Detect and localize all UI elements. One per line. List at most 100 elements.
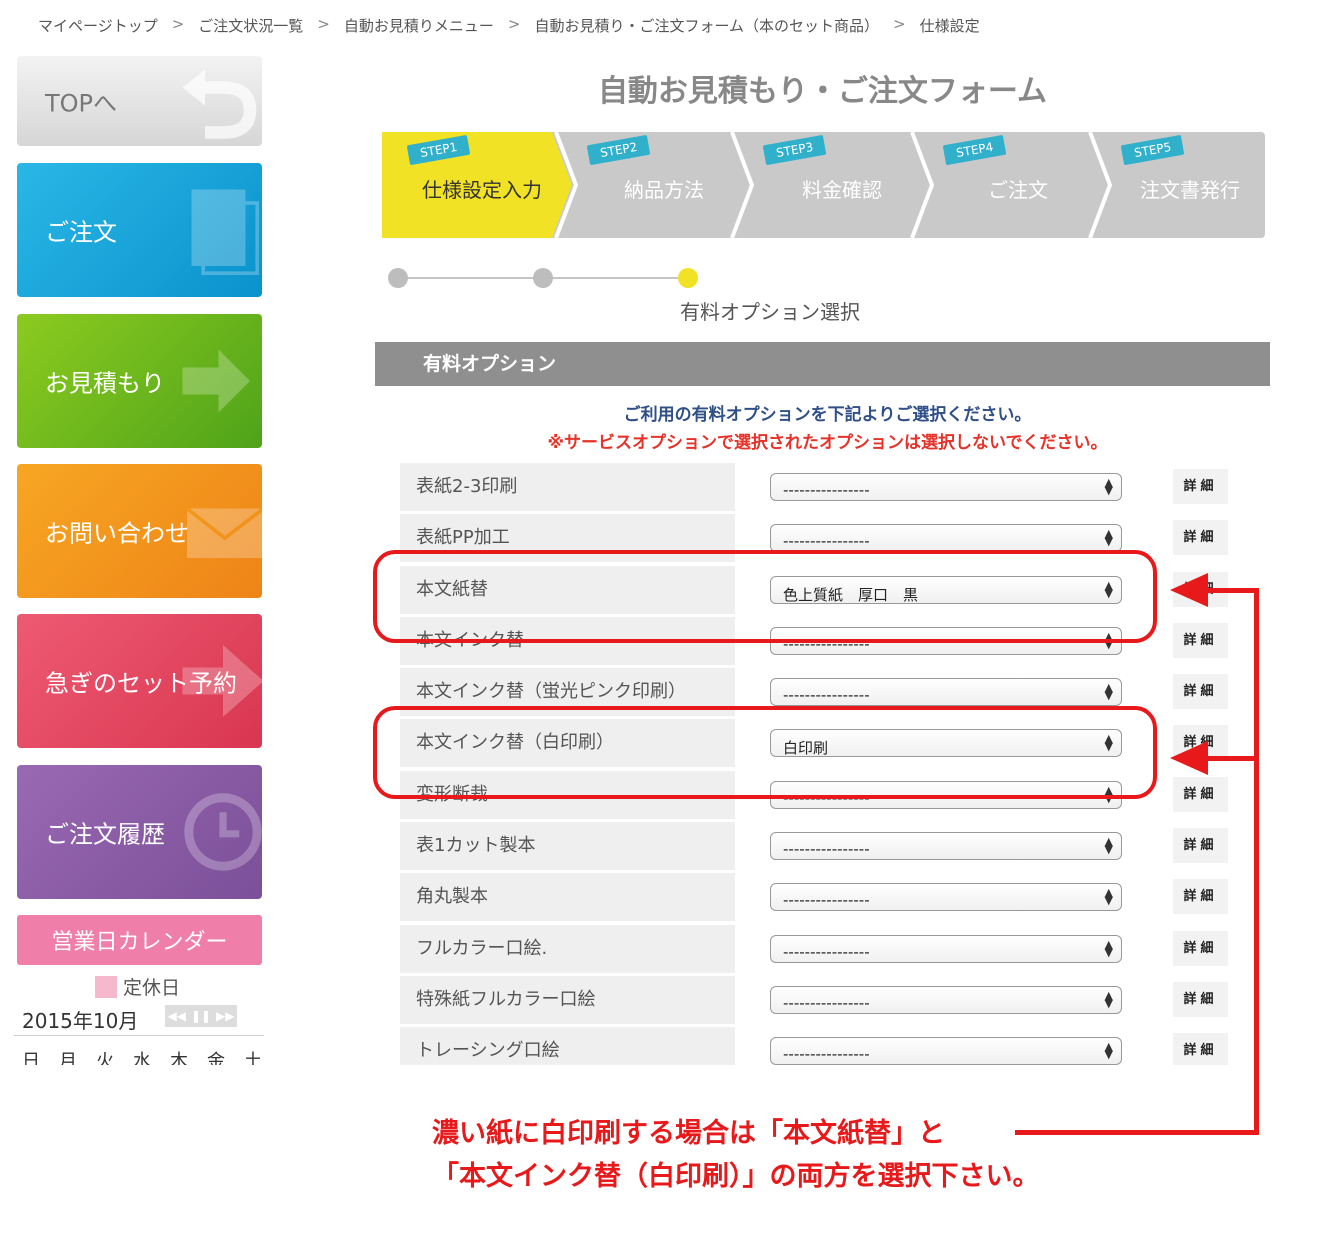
option-select-value: ---------------- <box>783 532 870 551</box>
holiday-legend-label: 定休日 <box>123 977 181 999</box>
step-5: STEP5 注文書発行 <box>1106 132 1265 238</box>
step-tag: STEP5 <box>1120 134 1185 166</box>
progress-label: 有料オプション選択 <box>680 300 860 324</box>
detail-button[interactable]: 詳細 <box>1173 776 1228 812</box>
progress-dot <box>388 268 408 288</box>
weekday-label: 火 <box>96 1051 114 1065</box>
highlight-white-ink <box>373 706 1157 799</box>
breadcrumb-order-status[interactable]: ご注文状況一覧 <box>198 15 303 36</box>
detail-button[interactable]: 詳細 <box>1173 930 1228 966</box>
annotation-line-1: 濃い紙に白印刷する場合は「本文紙替」と <box>432 1118 945 1149</box>
weekday-label: 水 <box>133 1051 151 1065</box>
sidebar-order-button[interactable]: ご注文 <box>17 163 262 297</box>
holiday-swatch <box>95 975 117 998</box>
option-label: 表1カット製本 <box>400 822 735 871</box>
arrow-left-icon <box>1170 741 1208 775</box>
option-label: フルカラー口絵. <box>400 924 735 973</box>
yen-arrow-icon <box>182 349 250 413</box>
option-select[interactable]: ---------------- ▲ ▼ <box>770 832 1122 861</box>
option-label: 特殊紙フルカラー口絵 <box>400 975 735 1024</box>
annotation-line-2: 「本文インク替（白印刷）」の両方を選択下さい。 <box>432 1161 1040 1192</box>
option-select[interactable]: ---------------- ▲ ▼ <box>770 985 1122 1014</box>
sidebar-order-label: ご注文 <box>45 218 117 247</box>
option-row: トレーシング口絵 ---------------- ▲ ▼ 詳細 <box>400 1027 1240 1065</box>
step-name: 注文書発行 <box>1140 178 1240 202</box>
calendar-divider <box>14 1035 264 1036</box>
weekday-label: 金 <box>207 1051 225 1065</box>
detail-button[interactable]: 詳細 <box>1173 622 1228 658</box>
step-3: STEP3 料金確認 <box>748 132 928 238</box>
form-title: 自動お見積もり・ご注文フォーム <box>597 74 1048 109</box>
option-select[interactable]: ---------------- ▲ ▼ <box>770 883 1122 912</box>
select-arrows-icon: ▲ ▼ <box>1104 886 1113 908</box>
breadcrumb-order-form[interactable]: 自動お見積り・ご注文フォーム（本のセット商品） <box>534 15 879 36</box>
option-row: 表紙2-3印刷 ---------------- ▲ ▼ 詳細 <box>400 463 1240 514</box>
sidebar-history-button[interactable]: ご注文履歴 <box>17 765 262 899</box>
history-clock-icon <box>184 793 262 871</box>
option-select-value: ---------------- <box>783 481 870 499</box>
arrow-left-icon <box>1170 573 1208 607</box>
select-arrows-icon: ▲ ▼ <box>1104 988 1113 1010</box>
select-arrows-icon: ▲ ▼ <box>1104 527 1113 549</box>
option-row: 特殊紙フルカラー口絵 ---------------- ▲ ▼ 詳細 <box>400 975 1240 1027</box>
sidebar-quote-button[interactable]: お見積もり <box>17 314 262 448</box>
section-header: 有料オプション <box>375 342 1270 386</box>
weekday-label: 木 <box>170 1051 188 1065</box>
option-select[interactable]: ---------------- ▲ ▼ <box>770 524 1122 553</box>
breadcrumb-separator: > <box>317 15 330 33</box>
option-row: フルカラー口絵. ---------------- ▲ ▼ 詳細 <box>400 924 1240 976</box>
detail-button[interactable]: 詳細 <box>1173 981 1228 1017</box>
option-select[interactable]: ---------------- ▲ ▼ <box>770 678 1122 707</box>
breadcrumb-separator: > <box>171 15 185 33</box>
annotation-connector <box>1205 588 1259 593</box>
sub-step-progress <box>388 266 708 290</box>
option-label: 角丸製本 <box>400 873 735 922</box>
annotation-vertical-line <box>1254 588 1259 1135</box>
sidebar-top-label: TOPへ <box>45 89 118 118</box>
breadcrumb-quote-menu[interactable]: 自動お見積りメニュー <box>344 15 494 36</box>
option-label: トレーシング口絵 <box>400 1027 735 1065</box>
option-select-value: ---------------- <box>783 686 870 705</box>
option-row: 表1カット製本 ---------------- ▲ ▼ 詳細 <box>400 822 1240 873</box>
option-label: 表紙2-3印刷 <box>400 463 735 511</box>
weekday-label: 土 <box>244 1051 262 1065</box>
detail-button[interactable]: 詳細 <box>1173 520 1228 556</box>
step-1: STEP1 仕様設定入力 <box>382 132 572 238</box>
step-indicator: STEP1 仕様設定入力 STEP2 納品方法 STEP3 料金確認 STEP4… <box>382 132 1265 238</box>
document-icon <box>191 189 259 275</box>
current-month-icon[interactable]: ❚❚ <box>191 1009 211 1023</box>
detail-button[interactable]: 詳細 <box>1173 1033 1228 1065</box>
option-select[interactable]: ---------------- ▲ ▼ <box>770 934 1122 963</box>
prev-month-icon[interactable]: ◀◀ <box>167 1009 185 1023</box>
detail-button[interactable]: 詳細 <box>1173 879 1228 915</box>
instruction-text: ご利用の有料オプションを下記よりご選択ください。 <box>623 405 1032 425</box>
sidebar-contact-label: お問い合わせ <box>45 519 189 548</box>
progress-dot <box>533 268 553 288</box>
sidebar-rush-label: 急ぎのセット予約 <box>45 669 237 698</box>
select-arrows-icon: ▲ ▼ <box>1104 835 1113 857</box>
option-select-value: ---------------- <box>783 993 870 1012</box>
holiday-legend: 定休日 <box>95 973 180 1000</box>
step-tag: STEP2 <box>586 134 651 166</box>
sidebar-top-button[interactable]: TOPへ <box>17 56 262 146</box>
breadcrumb-mypage-top[interactable]: マイページトップ <box>38 15 158 36</box>
sidebar-rush-button[interactable]: 急ぎのセット予約 <box>17 614 262 748</box>
highlight-paper-change <box>373 550 1157 643</box>
next-month-icon[interactable]: ▶▶ <box>216 1009 234 1023</box>
select-arrows-icon: ▲ ▼ <box>1104 937 1113 959</box>
breadcrumb-separator: > <box>507 15 521 33</box>
step-name: 仕様設定入力 <box>422 178 542 202</box>
sidebar-history-label: ご注文履歴 <box>45 820 165 849</box>
detail-button[interactable]: 詳細 <box>1173 469 1228 504</box>
progress-dot-active <box>678 268 698 288</box>
sidebar-contact-button[interactable]: お問い合わせ <box>17 464 262 598</box>
option-select-value: ---------------- <box>783 891 870 910</box>
option-select[interactable]: ---------------- ▲ ▼ <box>770 473 1122 501</box>
business-calendar-title: 営業日カレンダー <box>17 915 262 965</box>
option-select-value: ---------------- <box>783 840 870 859</box>
detail-button[interactable]: 詳細 <box>1173 674 1228 710</box>
detail-button[interactable]: 詳細 <box>1173 828 1228 864</box>
step-tag: STEP4 <box>942 134 1007 166</box>
select-arrows-icon: ▲ ▼ <box>1104 681 1113 703</box>
option-select[interactable]: ---------------- ▲ ▼ <box>770 1037 1122 1065</box>
